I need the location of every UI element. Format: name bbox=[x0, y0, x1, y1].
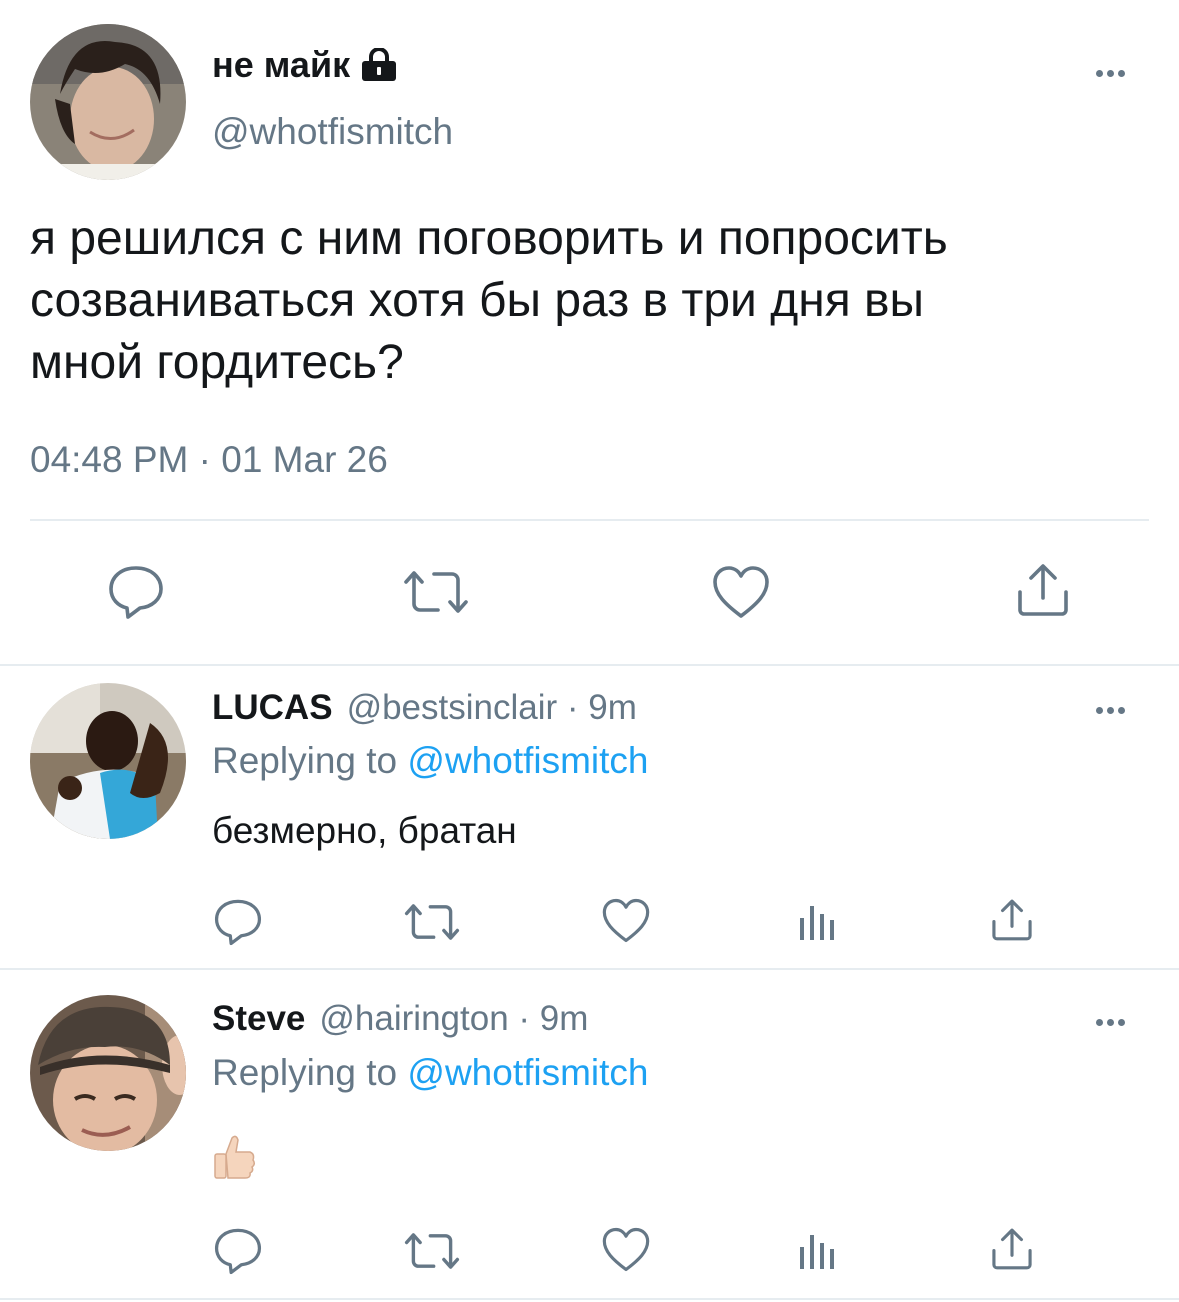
share-icon[interactable] bbox=[1015, 562, 1071, 618]
tweet-text-line: мной гордитесь? bbox=[30, 336, 404, 389]
heart-icon[interactable] bbox=[711, 564, 771, 620]
reply-text: безмерно, братан bbox=[212, 810, 517, 851]
reply-icon[interactable] bbox=[213, 1227, 263, 1275]
tweet-text: я решился с ним поговорить и попросить с… bbox=[30, 208, 948, 394]
retweet-icon[interactable] bbox=[401, 900, 463, 944]
heart-icon[interactable] bbox=[601, 1226, 651, 1273]
divider bbox=[0, 1298, 1179, 1300]
author-display-name[interactable]: не майк bbox=[212, 44, 350, 86]
tweet-text-line: созваниваться хотя бы раз в три дня вы bbox=[30, 274, 925, 327]
replying-to-handle[interactable]: @whotfismitch bbox=[407, 740, 648, 781]
reply-avatar[interactable] bbox=[30, 683, 186, 839]
more-icon[interactable] bbox=[1096, 1019, 1125, 1026]
author-avatar[interactable] bbox=[30, 24, 186, 180]
more-icon[interactable] bbox=[1096, 70, 1125, 77]
lock-icon bbox=[360, 48, 398, 82]
retweet-icon[interactable] bbox=[401, 1229, 463, 1273]
divider bbox=[30, 519, 1149, 521]
replying-to-label: Replying to bbox=[212, 1052, 398, 1093]
author-handle[interactable]: @whotfismitch bbox=[212, 108, 453, 156]
divider bbox=[0, 968, 1179, 970]
reply-avatar[interactable] bbox=[30, 995, 186, 1151]
reply-display-name[interactable]: LUCAS bbox=[212, 688, 333, 728]
tweet-text-line: я решился с ним поговорить и попросить bbox=[30, 212, 948, 265]
replying-to-label: Replying to bbox=[212, 740, 398, 781]
reply-icon[interactable] bbox=[213, 898, 263, 946]
divider bbox=[0, 664, 1179, 666]
share-icon[interactable] bbox=[990, 898, 1034, 942]
analytics-icon[interactable] bbox=[798, 900, 838, 942]
share-icon[interactable] bbox=[990, 1227, 1034, 1271]
reply-meta[interactable]: @bestsinclair · 9m bbox=[347, 688, 637, 728]
thumbs-up-emoji: 👍🏻 bbox=[212, 1134, 256, 1180]
heart-icon[interactable] bbox=[601, 897, 651, 944]
reply-display-name[interactable]: Steve bbox=[212, 999, 305, 1039]
replying-to-handle[interactable]: @whotfismitch bbox=[407, 1052, 648, 1093]
tweet-timestamp[interactable]: 04:48 PM · 01 Mar 26 bbox=[30, 436, 388, 484]
more-icon[interactable] bbox=[1096, 707, 1125, 714]
reply-icon[interactable] bbox=[107, 564, 165, 620]
reply-meta[interactable]: @hairington · 9m bbox=[319, 999, 588, 1039]
analytics-icon[interactable] bbox=[798, 1229, 838, 1271]
retweet-icon[interactable] bbox=[400, 566, 472, 618]
